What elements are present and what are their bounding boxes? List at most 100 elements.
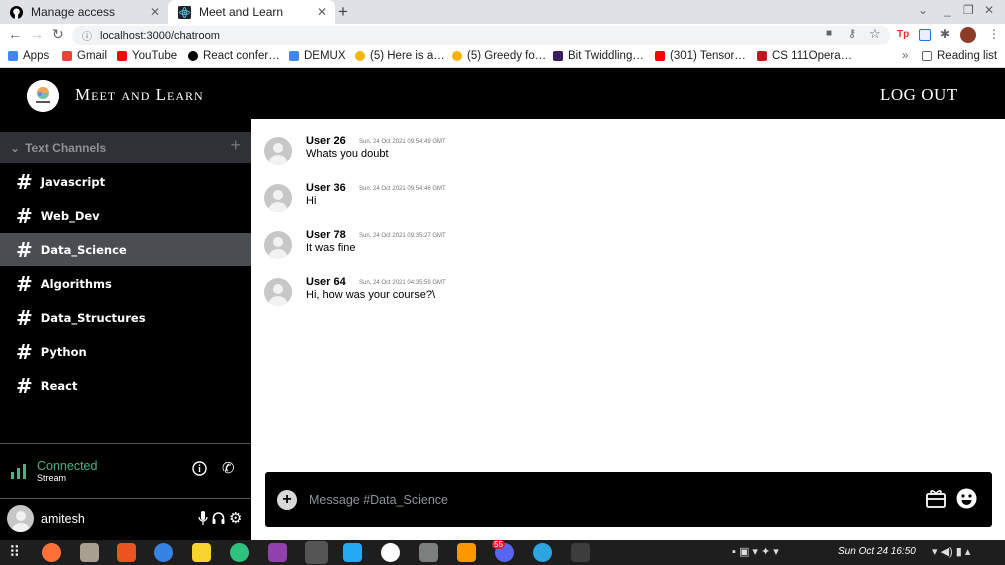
headphones-icon[interactable] bbox=[212, 511, 225, 525]
mongodb-icon[interactable] bbox=[381, 543, 400, 562]
close-tab-icon[interactable]: ✕ bbox=[317, 5, 327, 19]
help-icon[interactable] bbox=[154, 543, 173, 562]
minimize-icon[interactable]: _ bbox=[944, 3, 951, 17]
app-grid-icon[interactable]: ⠿ bbox=[9, 543, 20, 561]
channel-item[interactable]: # Data_Science bbox=[0, 233, 251, 266]
user-avatar[interactable] bbox=[7, 505, 34, 532]
bookmark-apps[interactable]: Apps bbox=[8, 50, 49, 62]
extension-tp-icon[interactable]: Tp bbox=[897, 29, 909, 41]
bookmark-bit-twiddling[interactable]: Bit Twiddling… bbox=[553, 50, 644, 62]
extensions-puzzle-icon[interactable]: ✱ bbox=[940, 27, 950, 41]
microphone-icon[interactable] bbox=[198, 511, 208, 526]
message-timestamp: Sun, 24 Oct 2021 04:35:59 GMT bbox=[359, 280, 446, 286]
camera-icon[interactable]: ■ bbox=[826, 28, 832, 39]
channel-item[interactable]: # Algorithms bbox=[0, 267, 251, 300]
close-window-icon[interactable]: ✕ bbox=[984, 3, 994, 17]
hashtag-icon: # bbox=[16, 373, 33, 398]
reading-list-icon bbox=[922, 51, 932, 61]
back-icon[interactable]: ← bbox=[8, 26, 22, 42]
vscode-icon[interactable] bbox=[343, 543, 362, 562]
hashtag-icon: # bbox=[16, 237, 33, 262]
tray-icons[interactable]: ▪ ▣ ▾ ✦ ▾ bbox=[732, 545, 779, 558]
phone-icon[interactable]: ✆ bbox=[222, 459, 235, 477]
terminal-icon[interactable] bbox=[571, 543, 590, 562]
message-composer: + bbox=[265, 472, 992, 527]
app-header: Meet and Learn LOG OUT bbox=[0, 68, 1005, 119]
bookmark-here-is-a[interactable]: (5) Here is a… bbox=[355, 50, 445, 62]
clock[interactable]: Sun Oct 24 16:50 bbox=[838, 546, 916, 557]
forward-icon[interactable]: → bbox=[30, 26, 44, 42]
site-info-icon[interactable]: ⓘ bbox=[82, 28, 92, 43]
user-avatar[interactable] bbox=[264, 231, 292, 259]
bookmark-star-icon[interactable]: ☆ bbox=[869, 26, 881, 42]
address-bar[interactable]: ⓘ localhost:3000/chatroom bbox=[72, 26, 890, 45]
restore-icon[interactable]: ❐ bbox=[963, 3, 974, 17]
channel-label: React bbox=[40, 378, 78, 393]
more-bookmarks-button[interactable]: » bbox=[902, 50, 908, 62]
browser-toolbar: ← → ↻ ⓘ localhost:3000/chatroom ■ ⚷ ☆ Tp… bbox=[0, 24, 1005, 47]
bookmark-react-conf[interactable]: React confer… bbox=[188, 50, 280, 62]
hashtag-icon: # bbox=[16, 169, 33, 194]
user-avatar[interactable] bbox=[264, 137, 292, 165]
message-text: Hi, how was your course?\ bbox=[306, 289, 435, 301]
software-center-icon[interactable] bbox=[117, 543, 136, 562]
tab-meet-and-learn[interactable]: Meet and Learn ✕ bbox=[168, 0, 335, 24]
info-icon[interactable] bbox=[192, 461, 207, 476]
sublime-icon[interactable] bbox=[457, 543, 476, 562]
profile-avatar[interactable] bbox=[960, 27, 976, 43]
bookmark-cs111[interactable]: CS 111Opera… bbox=[757, 50, 852, 62]
app-icon[interactable] bbox=[192, 543, 211, 562]
tab-search-icon[interactable]: ⌄ bbox=[918, 3, 928, 17]
firefox-icon[interactable] bbox=[42, 543, 61, 562]
screenshot-icon[interactable] bbox=[268, 543, 287, 562]
emoji-icon[interactable] bbox=[956, 488, 977, 509]
gmail-icon bbox=[62, 51, 72, 61]
sidebar: ⌄ Text Channels + # Javascript # Web_Dev # Da… bbox=[0, 119, 251, 540]
channel-item[interactable]: # Python bbox=[0, 335, 251, 368]
connection-status: Connected bbox=[37, 459, 98, 473]
reading-list-button[interactable]: Reading list bbox=[922, 50, 997, 62]
os-taskbar: ⠿ 55 ▪ ▣ ▾ ✦ ▾ Sun Oct 24 16:50 ▾ ◀) ▮ ▴ bbox=[0, 540, 1005, 565]
bookmark-gmail[interactable]: Gmail bbox=[62, 50, 107, 62]
close-tab-icon[interactable]: ✕ bbox=[150, 5, 160, 19]
system-status-icons[interactable]: ▾ ◀) ▮ ▴ bbox=[932, 545, 970, 558]
react-icon bbox=[178, 5, 191, 19]
app-icon[interactable] bbox=[230, 543, 249, 562]
bookmark-youtube[interactable]: YouTube bbox=[117, 50, 177, 62]
signal-icon bbox=[11, 464, 26, 479]
new-tab-button[interactable]: + bbox=[338, 2, 348, 22]
tab-manage-access[interactable]: Manage access ✕ bbox=[0, 0, 168, 24]
message-input[interactable] bbox=[309, 489, 869, 511]
divider bbox=[0, 498, 251, 499]
key-icon[interactable]: ⚷ bbox=[848, 27, 856, 40]
github-icon bbox=[10, 5, 23, 19]
add-channel-icon[interactable]: + bbox=[230, 135, 241, 156]
channel-item[interactable]: # Web_Dev bbox=[0, 199, 251, 232]
channel-item[interactable]: # Data_Structures bbox=[0, 301, 251, 334]
user-avatar[interactable] bbox=[264, 184, 292, 212]
logout-button[interactable]: LOG OUT bbox=[880, 85, 958, 105]
hashtag-icon: # bbox=[16, 305, 33, 330]
files-icon[interactable] bbox=[80, 543, 99, 562]
channel-item[interactable]: # Javascript bbox=[0, 165, 251, 198]
reload-icon[interactable]: ↻ bbox=[52, 26, 64, 43]
message-author: User 78 bbox=[306, 229, 346, 241]
chrome-icon[interactable] bbox=[305, 541, 328, 564]
message-timestamp: Sun, 24 Oct 2021 09:35:27 GMT bbox=[359, 233, 446, 239]
channel-item[interactable]: # React bbox=[0, 369, 251, 402]
extension-n-icon[interactable] bbox=[919, 29, 931, 41]
vim-icon[interactable] bbox=[419, 543, 438, 562]
user-avatar[interactable] bbox=[264, 278, 292, 306]
settings-gear-icon[interactable]: ⚙ bbox=[229, 509, 242, 527]
bookmark-greedy[interactable]: (5) Greedy fo… bbox=[452, 50, 546, 62]
menu-icon[interactable]: ⋮ bbox=[988, 27, 1000, 41]
bookmarks-bar: Apps Gmail YouTube React confer… DEMUX (… bbox=[0, 47, 1005, 68]
bookmark-demux[interactable]: DEMUX bbox=[289, 50, 346, 62]
gift-icon[interactable] bbox=[926, 488, 946, 508]
channel-label: Algorithms bbox=[40, 276, 112, 291]
bookmark-tensor[interactable]: (301) Tensor… bbox=[655, 50, 746, 62]
telegram-icon[interactable] bbox=[533, 543, 552, 562]
username: amitesh bbox=[41, 512, 85, 526]
add-attachment-button[interactable]: + bbox=[277, 490, 297, 510]
channels-header[interactable]: ⌄ Text Channels + bbox=[0, 132, 251, 163]
